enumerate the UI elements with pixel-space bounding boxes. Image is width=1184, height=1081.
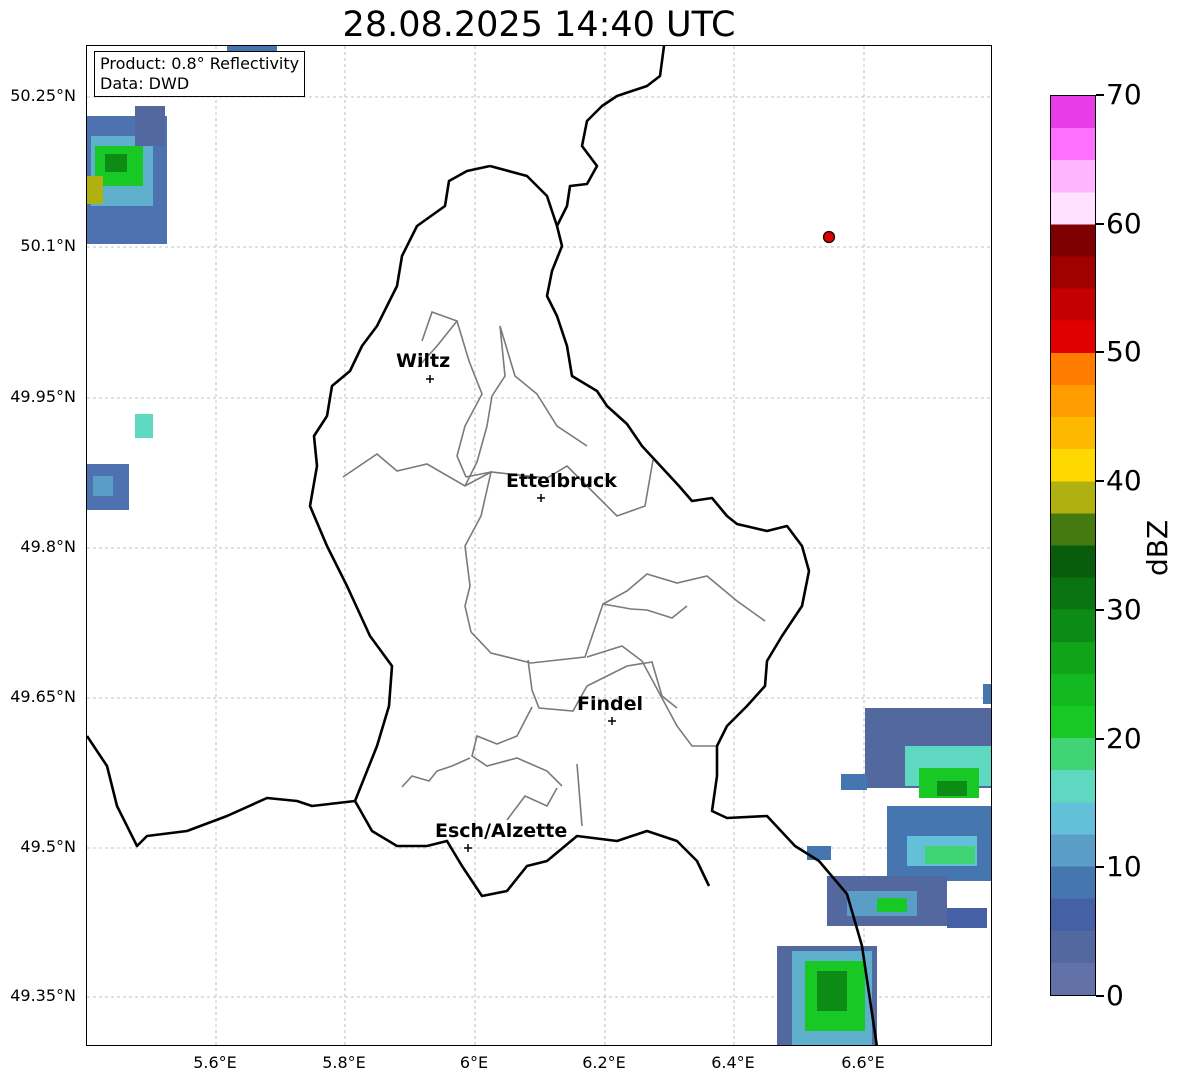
lat-tick-label: 50.1°N — [20, 236, 76, 255]
lon-tick-label: 6.6°E — [841, 1053, 885, 1072]
lon-tick-label: 5.6°E — [193, 1053, 237, 1072]
echo-cluster-west — [87, 414, 153, 510]
lon-tick-label: 5.8°E — [322, 1053, 366, 1072]
dbz-colorbar — [1050, 95, 1096, 996]
map-title: 28.08.2025 14:40 UTC — [342, 5, 736, 45]
radar-map[interactable] — [86, 45, 992, 1046]
product-label: Product: 0.8° Reflectivity — [100, 54, 300, 73]
lat-tick-label: 49.65°N — [10, 687, 76, 706]
colorbar-tick-label: 0 — [1106, 979, 1124, 1012]
lat-tick-label: 49.5°N — [20, 837, 76, 856]
colorbar-tick-label: 20 — [1106, 722, 1142, 755]
colorbar-tick-label: 50 — [1106, 335, 1142, 368]
colorbar-title: dBZ — [1141, 519, 1174, 576]
colorbar-tick-label: 10 — [1106, 850, 1142, 883]
lat-tick-label: 49.8°N — [20, 537, 76, 556]
colorbar-tick-label: 70 — [1106, 78, 1142, 111]
city-label-findel: Findel — [577, 693, 644, 715]
canton-boundaries — [342, 310, 766, 827]
city-label-ettelbruck: Ettelbruck — [506, 470, 617, 492]
map-canvas — [87, 46, 991, 1045]
radar-site-marker[interactable] — [822, 230, 836, 244]
city-markers — [426, 375, 616, 852]
national-borders — [87, 46, 879, 1045]
lon-tick-label: 6.4°E — [711, 1053, 755, 1072]
lon-tick-label: 6°E — [459, 1053, 489, 1072]
colorbar-tick-label: 60 — [1106, 207, 1142, 240]
lat-tick-label: 50.25°N — [10, 86, 76, 105]
lat-tick-label: 49.95°N — [10, 387, 76, 406]
city-label-esch-alzette: Esch/Alzette — [435, 820, 568, 842]
echo-cluster-southeast — [777, 684, 991, 1045]
colorbar-tick-label: 30 — [1106, 593, 1142, 626]
city-label-wiltz: Wiltz — [396, 350, 451, 372]
lat-tick-label: 49.35°N — [10, 986, 76, 1005]
product-info-box: Product: 0.8° Reflectivity Data: DWD — [94, 51, 306, 97]
radar-echoes — [87, 46, 991, 1045]
data-source-label: Data: DWD — [100, 74, 190, 93]
colorbar-tick-label: 40 — [1106, 464, 1142, 497]
lon-tick-label: 6.2°E — [582, 1053, 626, 1072]
